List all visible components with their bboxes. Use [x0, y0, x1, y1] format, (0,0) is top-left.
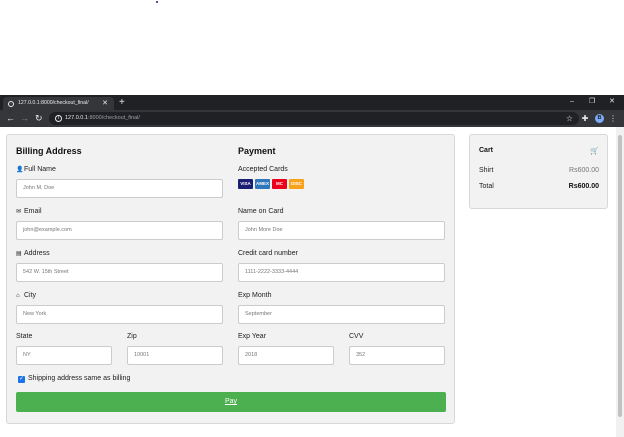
cart-heading: Cart: [479, 147, 494, 154]
url-text[interactable]: 127.0.0.1:8000/checkout_final/: [65, 112, 140, 125]
amex-icon: AMEX: [255, 179, 270, 189]
state-label: State: [16, 333, 33, 340]
browser-toolbar: ← → ↻ i 127.0.0.1:8000/checkout_final/ ☆…: [0, 110, 624, 127]
city-label-text: City: [24, 292, 37, 299]
visa-icon: VISA: [238, 179, 253, 189]
exp-year-label: Exp Year: [238, 333, 267, 340]
city-input[interactable]: New York: [16, 305, 223, 324]
page-content: Billing Address 👤Full Name John M. Doe ✉…: [0, 127, 624, 437]
exp-year-input[interactable]: 2018: [238, 346, 334, 365]
forward-icon[interactable]: →: [20, 110, 29, 127]
url-host: 127.0.0.1: [65, 115, 88, 121]
user-icon: 👤: [16, 167, 24, 173]
cart-total-value: Rs600.00: [568, 183, 599, 190]
exp-month-label: Exp Month: [238, 292, 272, 299]
payment-heading: Payment: [238, 146, 276, 156]
back-icon[interactable]: ←: [6, 110, 15, 127]
restore-icon[interactable]: ❐: [586, 95, 598, 110]
billing-heading: Billing Address: [16, 146, 82, 156]
discover-icon: DISC: [289, 179, 304, 189]
full-name-input[interactable]: John M. Doe: [16, 179, 223, 198]
profile-avatar[interactable]: B: [595, 114, 604, 123]
page-scrollbar[interactable]: [616, 127, 624, 437]
mastercard-icon: MC: [272, 179, 287, 189]
tab-title: 127.0.0.1:8000/checkout_final/: [18, 100, 89, 106]
minimize-icon[interactable]: –: [566, 95, 578, 110]
name-on-card-input[interactable]: John More Doe: [238, 221, 445, 240]
url-path: :8000/checkout_final/: [87, 115, 140, 121]
state-input[interactable]: NY: [16, 346, 112, 365]
cart-item-name[interactable]: Shirt: [479, 167, 493, 174]
cvv-label: CVV: [349, 333, 364, 340]
shipping-same-checkbox[interactable]: ✓: [18, 376, 25, 383]
stray-dot: [156, 1, 158, 3]
email-input[interactable]: john@example.com: [16, 221, 223, 240]
scrollbar-thumb[interactable]: [618, 135, 622, 417]
card-number-label: Credit card number: [238, 250, 298, 257]
cart-item-price: Rs600.00: [569, 167, 599, 174]
address-label-text: Address: [24, 250, 50, 257]
zip-label: Zip: [127, 333, 137, 340]
address-card-icon: ▤: [16, 251, 22, 257]
city-label: ⌂ City: [16, 292, 36, 299]
extensions-icon[interactable]: ✚: [580, 110, 590, 127]
address-label: ▤ Address: [16, 250, 50, 257]
full-name-label-text: Full Name: [24, 166, 56, 173]
pay-button[interactable]: Pay: [16, 392, 446, 412]
envelope-icon: ✉: [16, 209, 22, 215]
new-tab-button[interactable]: +: [119, 95, 125, 110]
menu-kebab-icon[interactable]: ⋮: [609, 110, 617, 127]
browser-tab[interactable]: · 127.0.0.1:8000/checkout_final/ ✕: [3, 97, 114, 110]
close-tab-icon[interactable]: ✕: [102, 97, 108, 110]
email-label: ✉ Email: [16, 208, 42, 215]
bookmark-star-icon[interactable]: ☆: [566, 112, 573, 125]
address-input[interactable]: 542 W. 15th Street: [16, 263, 223, 282]
zip-input[interactable]: 10001: [127, 346, 223, 365]
name-on-card-label: Name on Card: [238, 208, 284, 215]
card-number-input[interactable]: 1111-2222-3333-4444: [238, 263, 445, 282]
institution-icon: ⌂: [16, 293, 20, 299]
exp-month-input[interactable]: September: [238, 305, 445, 324]
browser-window: · 127.0.0.1:8000/checkout_final/ ✕ + – ❐…: [0, 95, 624, 437]
email-label-text: Email: [24, 208, 42, 215]
reload-icon[interactable]: ↻: [35, 110, 43, 127]
globe-icon: ·: [8, 101, 14, 107]
address-bar[interactable]: i 127.0.0.1:8000/checkout_final/ ☆: [49, 112, 579, 125]
shopping-cart-icon: 🛒: [590, 148, 599, 155]
tab-strip: · 127.0.0.1:8000/checkout_final/ ✕ + – ❐…: [0, 95, 624, 110]
cvv-input[interactable]: 352: [349, 346, 445, 365]
accepted-cards-label: Accepted Cards: [238, 166, 288, 173]
checkout-form: Billing Address 👤Full Name John M. Doe ✉…: [6, 134, 455, 424]
close-window-icon[interactable]: ✕: [606, 95, 618, 110]
info-icon[interactable]: i: [55, 115, 62, 122]
cart-panel: Cart 🛒 Shirt Rs600.00 Total Rs600.00: [469, 134, 608, 209]
shipping-same-label[interactable]: Shipping address same as billing: [28, 375, 130, 382]
full-name-label: 👤Full Name: [16, 166, 56, 173]
cart-total-label: Total: [479, 183, 494, 190]
